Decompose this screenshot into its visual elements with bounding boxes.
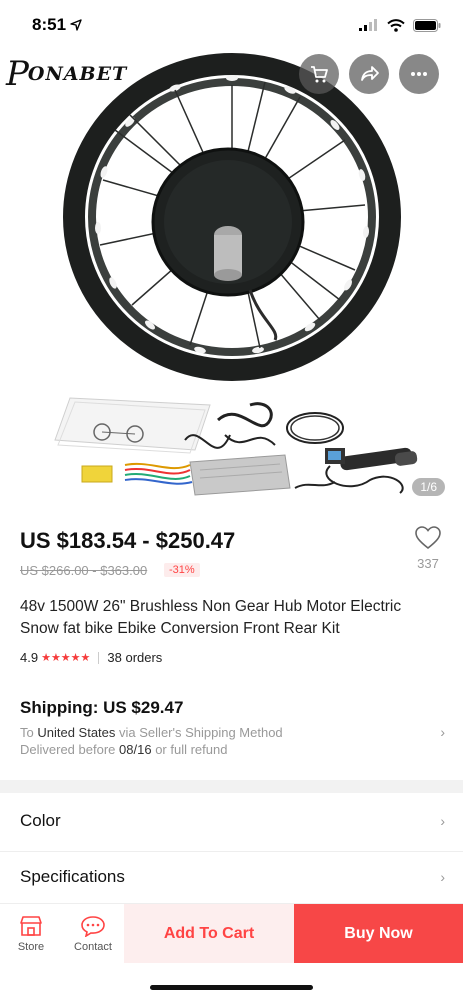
conversion-kit-parts bbox=[54, 397, 418, 496]
image-counter: 1/6 bbox=[412, 478, 445, 496]
brand-logo-initial: P bbox=[6, 54, 30, 94]
status-time-group: 8:51 bbox=[32, 15, 82, 35]
specifications-label: Specifications bbox=[20, 867, 125, 886]
home-indicator[interactable] bbox=[150, 985, 313, 990]
orders-count: 38 orders bbox=[107, 650, 163, 665]
more-icon bbox=[411, 72, 427, 76]
specifications-row[interactable]: Specifications › bbox=[20, 849, 445, 905]
bottom-action-bar: Store Contact Add To Cart Buy Now bbox=[0, 903, 463, 963]
chevron-right-icon: › bbox=[440, 813, 445, 829]
cart-icon bbox=[311, 66, 328, 83]
discount-badge: -31% bbox=[164, 563, 200, 577]
shipping-destination-line: To United States via Seller's Shipping M… bbox=[20, 725, 445, 740]
shipping-destination: United States bbox=[37, 725, 116, 740]
section-separator bbox=[0, 780, 463, 793]
battery-icon bbox=[413, 18, 441, 32]
chevron-right-icon: › bbox=[440, 869, 445, 885]
contact-label: Contact bbox=[74, 940, 112, 953]
color-label: Color bbox=[20, 811, 61, 830]
shipping-section[interactable]: Shipping: US $29.47 To United States via… bbox=[20, 698, 445, 772]
status-bar: 8:51 bbox=[0, 0, 463, 50]
shipping-title: Shipping: US $29.47 bbox=[20, 698, 184, 717]
delivery-date: 08/16 bbox=[119, 742, 152, 757]
original-price-range: US $266.00 - $363.00 bbox=[20, 563, 148, 578]
share-icon bbox=[361, 66, 379, 81]
wishlist-button[interactable]: 337 bbox=[413, 526, 443, 571]
store-button[interactable]: Store bbox=[0, 904, 62, 963]
add-to-cart-button[interactable]: Add To Cart bbox=[124, 904, 294, 963]
cart-button[interactable] bbox=[299, 54, 339, 94]
delivery-prefix: Delivered before bbox=[20, 742, 116, 757]
shipping-method: via Seller's Shipping Method bbox=[119, 725, 283, 740]
rating-value: 4.9 bbox=[20, 650, 39, 665]
color-row[interactable]: Color › bbox=[20, 793, 445, 849]
wheel-illustration bbox=[63, 53, 401, 381]
top-actions bbox=[299, 54, 439, 94]
product-title: 48v 1500W 26" Brushless Non Gear Hub Mot… bbox=[20, 598, 402, 637]
chat-icon bbox=[81, 915, 105, 937]
wishlist-count: 337 bbox=[417, 556, 439, 571]
price-range: US $183.54 - $250.47 bbox=[20, 528, 236, 553]
product-image-gallery[interactable]: P ONABET 1/6 bbox=[0, 0, 463, 510]
store-icon bbox=[20, 915, 42, 936]
delivery-suffix: or full refund bbox=[155, 742, 228, 757]
wifi-icon bbox=[387, 18, 405, 32]
rating-divider bbox=[98, 651, 100, 664]
heart-icon bbox=[415, 526, 441, 550]
location-arrow-icon bbox=[70, 19, 82, 31]
brand-logo-text: ONABET bbox=[27, 63, 128, 85]
product-page: P ONABET 1/6 8:51 US $183.54 - $250.47 U… bbox=[0, 0, 463, 1000]
rating-row[interactable]: 4.9 ★★★★★ 38 orders bbox=[20, 650, 162, 665]
price-block: US $183.54 - $250.47 US $266.00 - $363.0… bbox=[20, 518, 443, 598]
status-time: 8:51 bbox=[32, 15, 67, 34]
brand-logo: P ONABET bbox=[6, 54, 128, 94]
share-button[interactable] bbox=[349, 54, 389, 94]
more-button[interactable] bbox=[399, 54, 439, 94]
store-label: Store bbox=[17, 940, 45, 953]
rating-stars: ★★★★★ bbox=[41, 652, 91, 664]
buy-now-button[interactable]: Buy Now bbox=[294, 904, 463, 963]
shipping-to-prefix: To bbox=[20, 725, 34, 740]
status-icons bbox=[359, 18, 441, 32]
contact-button[interactable]: Contact bbox=[62, 904, 124, 963]
signal-icon bbox=[359, 19, 377, 31]
chevron-right-icon: › bbox=[440, 724, 445, 740]
shipping-delivery-line: Delivered before 08/16 or full refund bbox=[20, 742, 445, 757]
